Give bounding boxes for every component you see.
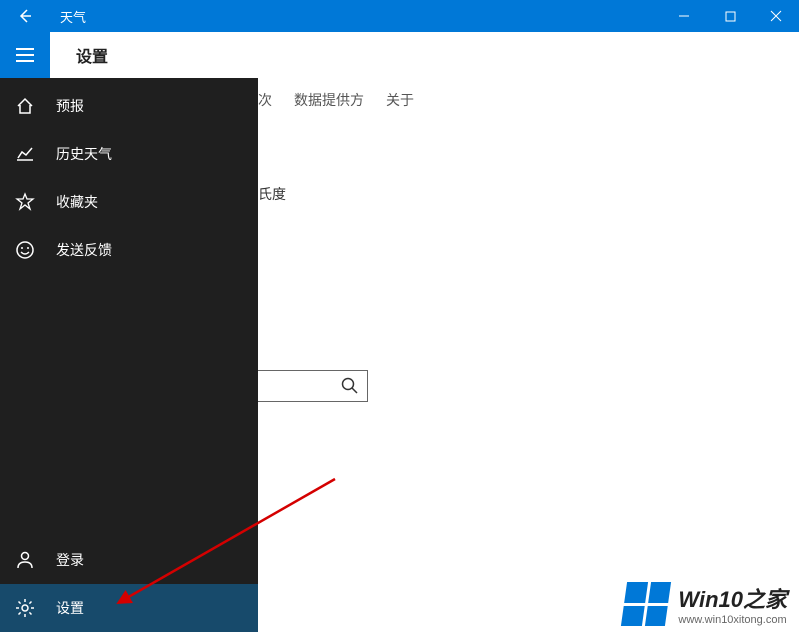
watermark: Win10之家 www.win10xitong.com (624, 582, 787, 626)
subheader: 设置 (0, 32, 799, 78)
sidebar: 预报 历史天气 收藏夹 发送反馈 (0, 78, 258, 632)
minimize-icon (678, 10, 690, 22)
sidebar-item-label: 历史天气 (56, 144, 112, 164)
tab-about[interactable]: 关于 (386, 90, 414, 110)
back-button[interactable] (0, 0, 50, 32)
watermark-title: Win10之家 (678, 582, 787, 614)
sidebar-item-favorites[interactable]: 收藏夹 (0, 178, 258, 226)
sidebar-item-label: 设置 (56, 598, 84, 618)
tab-partial[interactable]: 次 (258, 90, 272, 110)
tab-data-provider[interactable]: 数据提供方 (294, 90, 364, 110)
hamburger-icon (16, 48, 34, 62)
sidebar-item-label: 收藏夹 (56, 192, 98, 212)
maximize-button[interactable] (707, 0, 753, 32)
close-icon (770, 10, 782, 22)
watermark-url: www.win10xitong.com (678, 614, 787, 626)
sidebar-item-label: 预报 (56, 96, 84, 116)
chart-icon (14, 143, 36, 165)
unit-label: 氏度 (258, 184, 286, 204)
smile-icon (14, 239, 36, 261)
gear-icon (14, 597, 36, 619)
search-icon (341, 377, 359, 395)
app-title: 天气 (50, 7, 86, 26)
titlebar: 天气 (0, 0, 799, 32)
minimize-button[interactable] (661, 0, 707, 32)
maximize-icon (725, 11, 736, 22)
hamburger-button[interactable] (0, 32, 50, 78)
sidebar-item-label: 发送反馈 (56, 240, 112, 260)
sidebar-item-signin[interactable]: 登录 (0, 536, 258, 584)
home-icon (14, 95, 36, 117)
person-icon (14, 549, 36, 571)
body: 次 数据提供方 关于 氏度 预报 历史天气 (0, 78, 799, 632)
star-icon (14, 191, 36, 213)
windows-logo-icon (621, 582, 671, 626)
sidebar-item-feedback[interactable]: 发送反馈 (0, 226, 258, 274)
arrow-left-icon (17, 8, 33, 24)
sidebar-item-forecast[interactable]: 预报 (0, 82, 258, 130)
sidebar-item-label: 登录 (56, 550, 84, 570)
sidebar-item-settings[interactable]: 设置 (0, 584, 258, 632)
nav-tabs: 次 数据提供方 关于 (258, 90, 414, 110)
page-title: 设置 (50, 43, 108, 67)
close-button[interactable] (753, 0, 799, 32)
sidebar-item-history[interactable]: 历史天气 (0, 130, 258, 178)
search-input[interactable] (258, 370, 368, 402)
